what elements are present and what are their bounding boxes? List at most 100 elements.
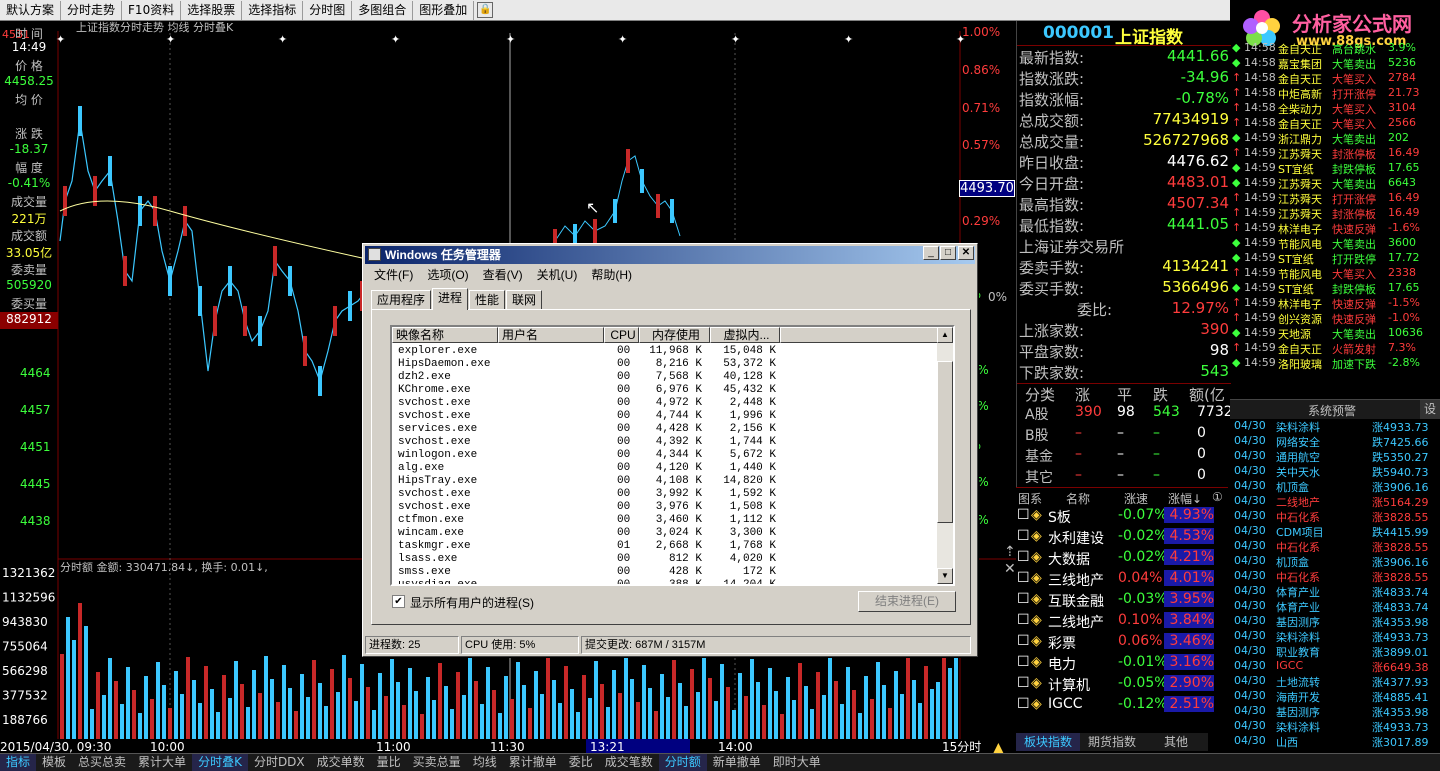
tape-row[interactable]: ◆ 14:59 节能风电 大笔卖出 3600 [1230,236,1426,251]
alert-row[interactable]: 04/30 染料涂料 涨4933.73 [1230,719,1429,734]
tape-row[interactable]: ◆ 14:59 天地源 大笔卖出 10636 [1230,326,1426,341]
column-header-2[interactable]: CPU [604,327,639,343]
alert-row[interactable]: 04/30 基因测序 涨4353.98 [1230,614,1429,629]
alert-row[interactable]: 04/30 山西 涨3017.89 [1230,734,1429,749]
lock-icon[interactable]: 🔒 [477,2,494,18]
indicator-tab-3[interactable]: 累计大单 [132,754,192,771]
tab-0[interactable]: 应用程序 [371,290,432,310]
alert-row[interactable]: 04/30 中石化系 涨3828.55 [1230,569,1429,584]
tape-row[interactable]: ↑ 14:58 金自天正 大笔买入 2566 [1230,116,1426,131]
sector-row[interactable]: ☐ ◈ 互联金融 -0.03% 3.95% [1016,591,1228,612]
alert-row[interactable]: 04/30 海南开发 涨4885.41 [1230,689,1429,704]
process-row[interactable]: wincam.exe 00 3,024 K 3,300 K [392,527,940,540]
process-row[interactable]: taskmgr.exe 01 2,668 K 1,768 K [392,540,940,553]
process-row[interactable]: explorer.exe 00 11,968 K 15,048 K [392,345,940,358]
toolbar-item-1[interactable]: 分时走势 [61,0,123,20]
indicator-tab-4[interactable]: 分时叠K [192,754,248,771]
indicator-tab-1[interactable]: 模板 [36,754,72,771]
process-row[interactable]: svchost.exe 00 3,992 K 1,592 K [392,488,940,501]
process-row[interactable]: HipsDaemon.exe 00 8,216 K 53,372 K [392,358,940,371]
crosshair-icon[interactable]: ✕ [1004,561,1016,577]
tape-row[interactable]: ↑ 14:59 林洋电子 快速反弹 -1.5% [1230,296,1426,311]
indicator-tab-7[interactable]: 量比 [371,754,407,771]
checkbox-icon[interactable]: ☐ [1017,549,1030,565]
alert-row[interactable]: 04/30 染料涂料 涨4933.73 [1230,629,1429,644]
sector-board[interactable]: 图系 名称 涨速 涨幅↓ ① ☐ ◈ S板 -0.07% 4.93% ☐ ◈ 水利建设 -0.02% 4.5… [1016,487,1228,771]
alert-row[interactable]: 04/30 CDM项目 跌4415.99 [1230,524,1429,539]
menu-item-2[interactable]: 查看(V) [476,266,530,284]
process-row[interactable]: winlogon.exe 00 4,344 K 5,672 K [392,449,940,462]
alert-row[interactable]: 04/30 机顶盒 涨3906.16 [1230,554,1429,569]
toolbar-item-7[interactable]: 图形叠加 [413,0,475,20]
tab-1[interactable]: 进程 [432,288,469,310]
tape-row[interactable]: ↑ 14:59 金自天正 火箭发射 7.3% [1230,341,1426,356]
process-row[interactable]: lsass.exe 00 812 K 4,020 K [392,553,940,566]
process-row[interactable]: ctfmon.exe 00 3,460 K 1,112 K [392,514,940,527]
menu-item-0[interactable]: 文件(F) [367,266,420,284]
end-process-button[interactable]: 结束进程(E) [858,591,956,612]
checkbox-icon[interactable]: ☐ [1017,654,1030,670]
checkbox-icon[interactable]: ☐ [1017,528,1030,544]
indicator-tab-9[interactable]: 均线 [467,754,503,771]
sector-head-0[interactable]: 图系 [1018,490,1042,507]
alert-row[interactable]: 04/30 土地流转 涨4377.93 [1230,674,1429,689]
indicator-tab-13[interactable]: 分时额 [658,754,707,771]
alert-row[interactable]: 04/30 网络安全 跌7425.66 [1230,434,1429,449]
tab-3[interactable]: 联网 [506,290,543,310]
sector-tab-0[interactable]: 板块指数 [1016,733,1080,751]
sector-head-4[interactable]: ① [1212,490,1223,504]
indicator-tab-15[interactable]: 即时大单 [767,754,827,771]
toolbar-item-0[interactable]: 默认方案 [0,0,62,20]
sector-row[interactable]: ☐ ◈ 二线地产 0.10% 3.84% [1016,612,1228,633]
process-row[interactable]: dzh2.exe 00 7,568 K 40,128 K [392,371,940,384]
scroll-up-button[interactable]: ▲ [937,327,953,343]
tape-row[interactable]: ◆ 14:58 金自天正 高台跳水 3.9% [1230,41,1426,56]
alert-row[interactable]: 04/30 体育产业 涨4833.74 [1230,599,1429,614]
toolbar-item-4[interactable]: 选择指标 [242,0,304,20]
sector-tab-2[interactable]: 其他 [1144,733,1208,751]
checkbox-icon[interactable]: ☐ [1017,591,1030,607]
sector-row[interactable]: ☐ ◈ 彩票 0.06% 3.46% [1016,633,1228,654]
checkbox-icon[interactable]: ☐ [1017,570,1030,586]
tape-row[interactable]: ◆ 14:59 洛阳玻璃 加速下跌 -2.8% [1230,356,1426,371]
sector-row[interactable]: ☐ ◈ IGCC -0.12% 2.51% [1016,696,1228,717]
checkbox-icon[interactable]: ☐ [1017,696,1030,712]
tape-row[interactable]: ↑ 14:59 创兴资源 快速反弹 -1.0% [1230,311,1426,326]
column-header-4[interactable]: 虚拟内... [710,327,780,343]
alert-row[interactable]: 04/30 基因测序 涨4353.98 [1230,704,1429,719]
alert-row[interactable]: 04/30 关中天水 跌5940.73 [1230,464,1429,479]
alert-row[interactable]: 04/30 二线地产 涨5164.29 [1230,494,1429,509]
sector-row[interactable]: ☐ ◈ 电力 -0.01% 3.16% [1016,654,1228,675]
close-button[interactable]: ✕ [958,246,974,260]
tape-row[interactable]: ↑ 14:58 中炬高新 打开涨停 21.73 [1230,86,1426,101]
indicator-tab-11[interactable]: 委比 [563,754,599,771]
alert-row[interactable]: 04/30 中石化系 涨3828.55 [1230,539,1429,554]
column-header-1[interactable]: 用户名 [498,327,604,343]
task-manager-window[interactable]: Windows 任务管理器 _ □ ✕ 文件(F) 选项(O) 查看(V) 关机(U)… [362,243,978,657]
alert-row[interactable]: 04/30 机顶盒 涨3906.16 [1230,479,1429,494]
tape-row[interactable]: ↑ 14:58 金自天正 大笔买入 2784 [1230,71,1426,86]
sector-head-3[interactable]: 涨幅↓ [1168,490,1202,507]
indicator-tab-6[interactable]: 成交单数 [311,754,371,771]
process-row[interactable]: usysdiag.exe 00 388 K 14,204 K [392,579,940,584]
tape-row[interactable]: ↑ 14:59 林洋电子 快速反弹 -1.6% [1230,221,1426,236]
arrow-up-icon[interactable]: ⇡ [1004,544,1016,560]
toolbar-item-3[interactable]: 选择股票 [181,0,243,20]
alert-row[interactable]: 04/30 染料涂料 涨4933.73 [1230,419,1429,434]
alert-list[interactable]: 04/30 染料涂料 涨4933.73 04/30 网络安全 跌7425.66 04/30 通… [1230,419,1429,753]
checkbox-icon[interactable]: ☐ [1017,507,1030,523]
sector-row[interactable]: ☐ ◈ 三线地产 0.04% 4.01% [1016,570,1228,591]
checkbox-icon[interactable]: ☐ [1017,612,1030,628]
menu-item-1[interactable]: 选项(O) [420,266,475,284]
sector-row[interactable]: ☐ ◈ S板 -0.07% 4.93% [1016,507,1228,528]
column-header-5[interactable] [780,327,940,343]
process-row[interactable]: services.exe 00 4,428 K 2,156 K [392,423,940,436]
tab-2[interactable]: 性能 [469,290,506,310]
task-manager-titlebar[interactable]: Windows 任务管理器 [365,246,975,264]
process-row[interactable]: smss.exe 00 428 K 172 K [392,566,940,579]
alert-row[interactable]: 04/30 中石化系 涨3828.55 [1230,509,1429,524]
indicator-tab-8[interactable]: 买卖总量 [407,754,467,771]
sector-row[interactable]: ☐ ◈ 水利建设 -0.02% 4.53% [1016,528,1228,549]
process-row[interactable]: HipsTray.exe 00 4,108 K 14,820 K [392,475,940,488]
column-header-0[interactable]: 映像名称 [392,327,498,343]
